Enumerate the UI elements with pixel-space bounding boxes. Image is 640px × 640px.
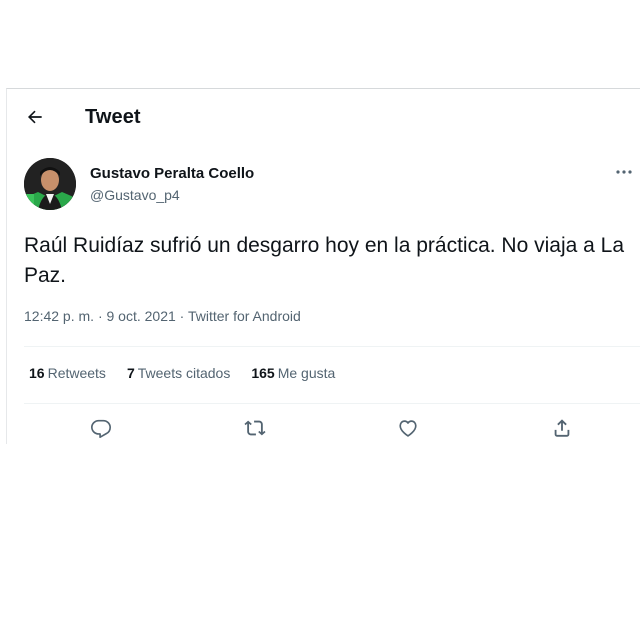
- quotes-stat[interactable]: 7 Tweets citados: [127, 365, 230, 381]
- likes-stat[interactable]: 165 Me gusta: [251, 365, 335, 381]
- more-horizontal-icon: [616, 170, 632, 174]
- author-handle[interactable]: @Gustavo_p4: [90, 187, 180, 203]
- avatar[interactable]: [24, 158, 76, 210]
- author-name[interactable]: Gustavo Peralta Coello: [90, 165, 254, 182]
- share-button[interactable]: [549, 415, 575, 441]
- tweet-meta: 12:42 p. m. · 9 oct. 2021 · Twitter for …: [24, 308, 301, 324]
- quotes-count: 7: [126, 365, 135, 381]
- quotes-label: Tweets citados: [137, 365, 231, 381]
- meta-separator: ·: [179, 308, 185, 324]
- retweets-count: 16: [29, 365, 45, 381]
- divider: [24, 403, 640, 404]
- tweet-header: Tweet: [7, 89, 640, 146]
- divider: [24, 346, 640, 347]
- engagement-stats: 16 Retweets 7 Tweets citados 165 Me gusta: [29, 365, 335, 381]
- meta-separator: ·: [97, 308, 103, 324]
- profile-photo-icon: [24, 158, 76, 210]
- tweet-source[interactable]: Twitter for Android: [188, 308, 301, 324]
- retweet-icon: [244, 420, 266, 436]
- back-button[interactable]: [24, 106, 46, 128]
- share-icon: [554, 419, 570, 437]
- page-title: Tweet: [85, 106, 141, 128]
- arrow-left-icon: [28, 110, 42, 124]
- retweets-label: Retweets: [47, 365, 106, 381]
- tweet-card: Tweet Gustavo Peralta Coello @Gustavo_p4…: [6, 88, 640, 444]
- retweets-stat[interactable]: 16 Retweets: [29, 365, 106, 381]
- retweet-button[interactable]: [242, 415, 268, 441]
- reply-icon: [91, 419, 111, 438]
- reply-button[interactable]: [88, 415, 114, 441]
- likes-count: 165: [251, 365, 275, 381]
- tweet-time[interactable]: 12:42 p. m.: [24, 308, 94, 324]
- heart-icon: [399, 420, 417, 437]
- more-options-button[interactable]: [614, 165, 634, 179]
- tweet-text: Raúl Ruidíaz sufrió un desgarro hoy en l…: [24, 234, 624, 287]
- like-button[interactable]: [395, 415, 421, 441]
- tweet-date[interactable]: 9 oct. 2021: [107, 308, 176, 324]
- action-bar: [7, 415, 640, 445]
- likes-label: Me gusta: [277, 365, 336, 381]
